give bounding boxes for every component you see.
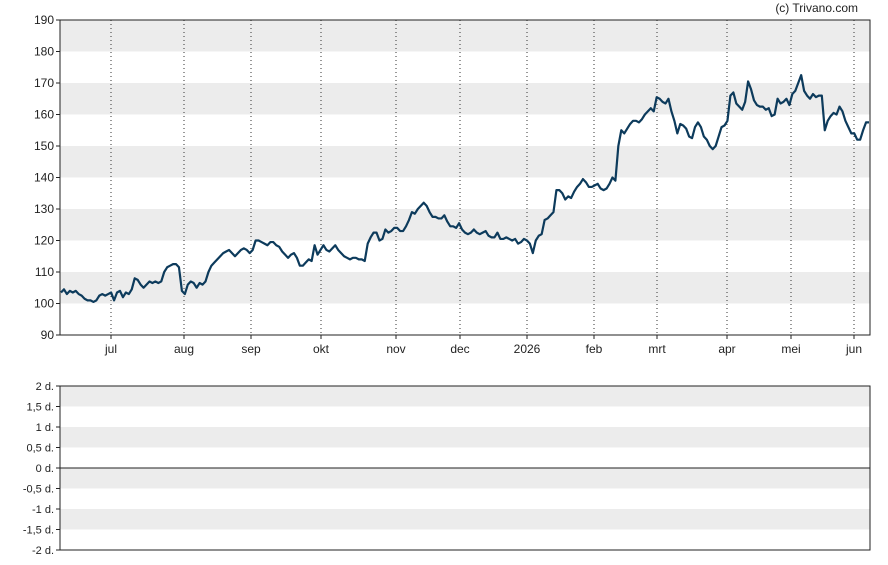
volume-chart-bands (60, 386, 870, 530)
y-tick-label: 170 (34, 76, 54, 90)
y-tick-label: 100 (34, 297, 54, 311)
x-tick-label: okt (313, 342, 330, 356)
lower-y-tick-label: 1 d. (36, 422, 54, 434)
x-tick-label: apr (718, 342, 735, 356)
lower-chart-band (60, 509, 870, 530)
x-tick-label: feb (586, 342, 603, 356)
lower-y-tick-label: -1,5 d. (23, 525, 54, 537)
lower-y-tick-label: 0 d. (36, 463, 54, 475)
y-tick-label: 150 (34, 139, 54, 153)
y-tick-label: 120 (34, 234, 54, 248)
x-tick-label: mrt (648, 342, 666, 356)
price-chart-y-axis: 190 180 170 160 150 140 130 120 110 100 90 (34, 13, 60, 342)
lower-chart-band (60, 468, 870, 489)
y-tick-label: 140 (34, 171, 54, 185)
y-tick-label: 160 (34, 108, 54, 122)
x-tick-label: 2026 (514, 342, 541, 356)
lower-chart-y-axis: 2 d. 1,5 d. 1 d. 0,5 d. 0 d. -0,5 d. -1 d. -1,5… (23, 381, 60, 557)
lower-y-tick-label: -1 d. (32, 504, 54, 516)
price-chart-band (60, 209, 870, 241)
x-tick-label: mei (781, 342, 800, 356)
lower-y-tick-label: 0,5 d. (26, 443, 54, 455)
price-chart-bands (60, 20, 870, 304)
y-tick-label: 190 (34, 13, 54, 27)
lower-y-tick-label: 1,5 d. (26, 402, 54, 414)
price-chart-x-axis: jul aug sep okt nov dec 2026 feb mrt apr mei jun (104, 335, 862, 356)
price-chart-band (60, 83, 870, 115)
x-tick-label: nov (386, 342, 405, 356)
lower-y-tick-label: -0,5 d. (23, 484, 54, 496)
y-tick-label: 110 (35, 265, 54, 279)
x-tick-label: dec (450, 342, 469, 356)
chart-canvas: 190 180 170 160 150 140 130 120 110 100 90 jul aug s… (23, 13, 871, 557)
lower-chart-band (60, 386, 870, 407)
lower-y-tick-label: -2 d. (32, 545, 54, 557)
y-tick-label: 90 (41, 328, 55, 342)
lower-chart-band (60, 427, 870, 448)
x-tick-label: jun (845, 342, 862, 356)
price-chart-band (60, 146, 870, 178)
x-tick-label: aug (174, 342, 194, 356)
price-chart-band (60, 20, 870, 52)
x-tick-label: jul (104, 342, 117, 356)
lower-y-tick-label: 2 d. (36, 381, 54, 393)
y-tick-label: 130 (34, 202, 54, 216)
x-tick-label: sep (241, 342, 261, 356)
y-tick-label: 180 (34, 45, 54, 59)
